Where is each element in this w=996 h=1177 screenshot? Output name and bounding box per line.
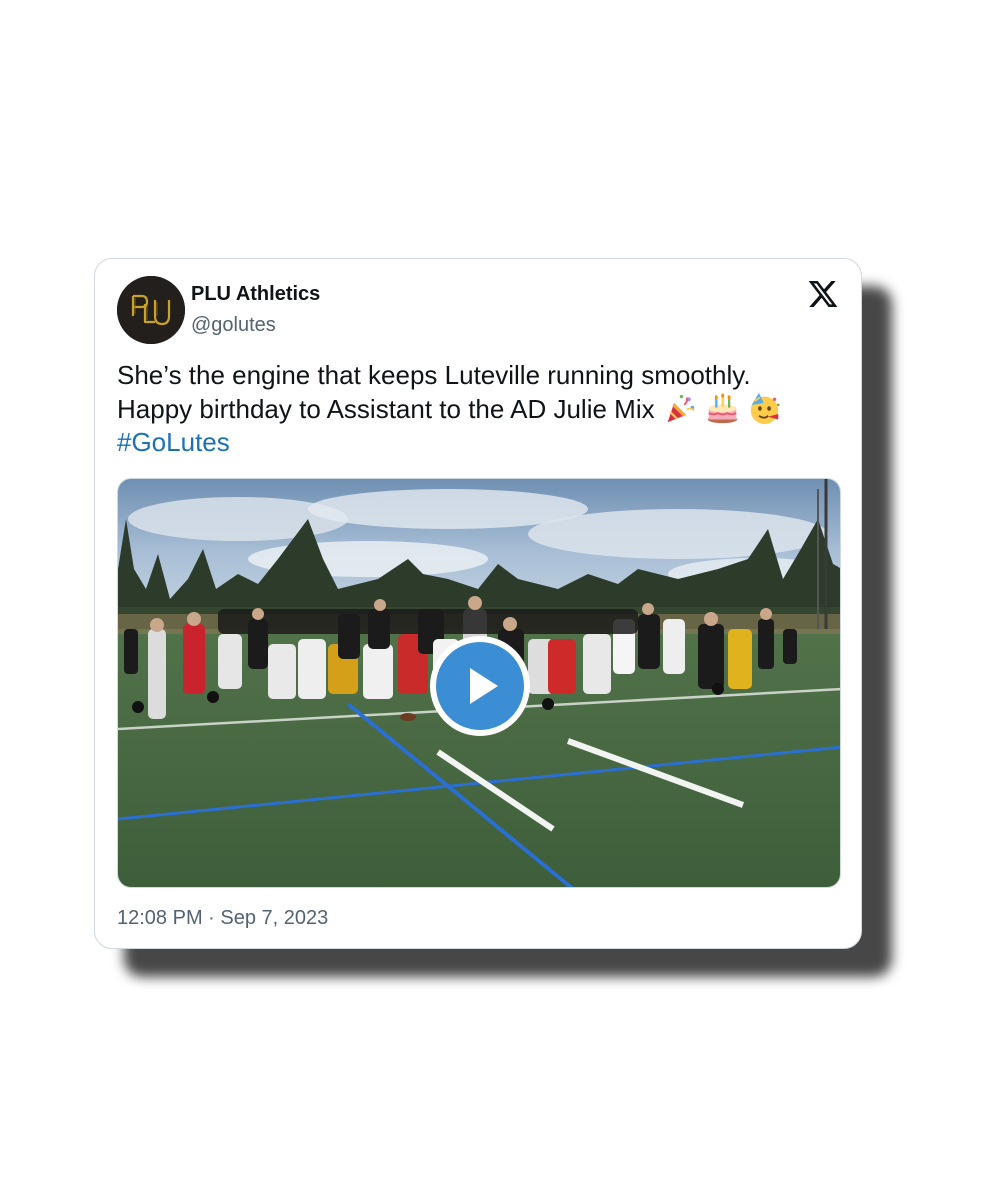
user-handle[interactable]: @golutes — [191, 314, 276, 337]
display-name[interactable]: PLU Athletics — [191, 283, 320, 306]
page: PLU Athletics @golutes She’s the engine … — [0, 0, 996, 1177]
video-player[interactable] — [117, 478, 841, 888]
tweet-card[interactable]: PLU Athletics @golutes She’s the engine … — [94, 258, 862, 949]
birthday-cake-icon — [706, 392, 739, 425]
partying-face-icon — [748, 392, 781, 425]
plu-monogram-logo — [117, 276, 185, 344]
tweet-text-line-2: Happy birthday to Assistant to the AD Ju… — [117, 392, 847, 426]
tweet-text-line-2-text: Happy birthday to Assistant to the AD Ju… — [117, 394, 655, 424]
x-logo-icon[interactable] — [807, 278, 839, 310]
avatar[interactable] — [117, 276, 185, 344]
tweet-text-line-1: She’s the engine that keeps Luteville ru… — [117, 360, 751, 390]
hashtag-link[interactable]: #GoLutes — [117, 426, 847, 459]
party-popper-icon — [664, 392, 697, 425]
tweet-timestamp[interactable]: 12:08 PM · Sep 7, 2023 — [117, 907, 328, 930]
play-button[interactable] — [430, 636, 530, 736]
tweet-text: She’s the engine that keeps Luteville ru… — [117, 359, 847, 459]
play-icon — [436, 642, 524, 730]
